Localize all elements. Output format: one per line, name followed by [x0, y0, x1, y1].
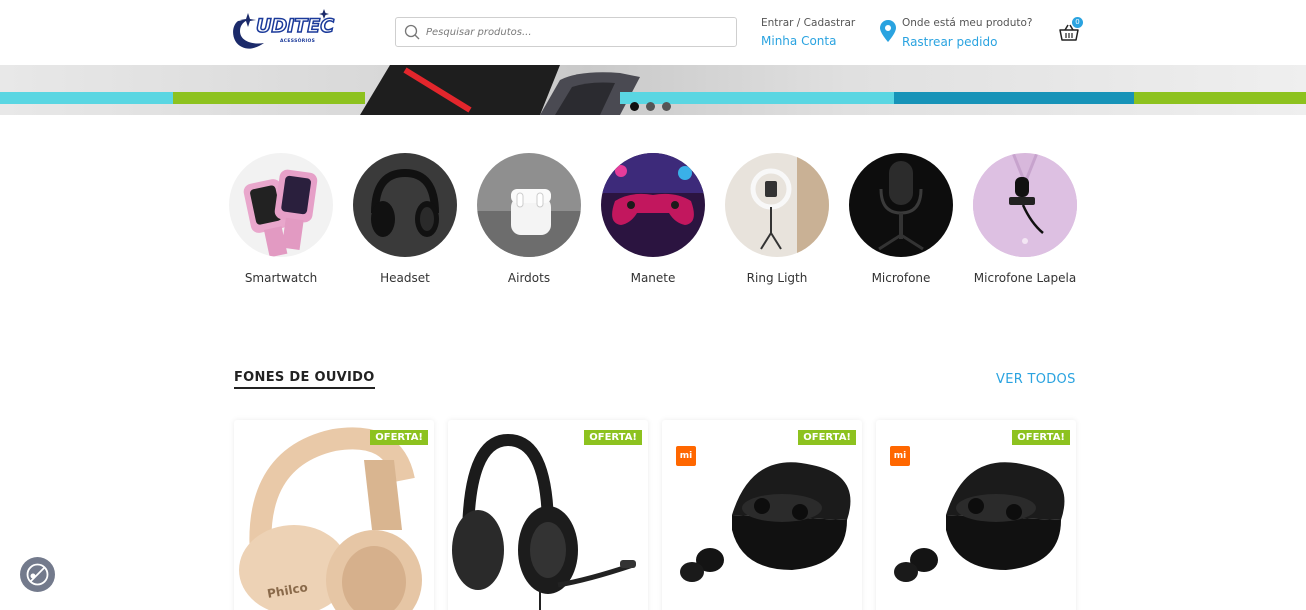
category-item[interactable]: Smartwatch [229, 153, 333, 285]
xiaomi-logo-icon: mi [676, 446, 696, 466]
category-item[interactable]: Airdots [477, 153, 581, 285]
category-item[interactable]: Ring Ligth [725, 153, 829, 285]
banner-stripe [1134, 92, 1306, 104]
carousel-dot[interactable] [630, 102, 639, 111]
offer-badge: OFERTA! [1012, 430, 1070, 445]
carousel-dots [630, 96, 678, 115]
ring-light-image[interactable] [725, 153, 829, 257]
hero-banner[interactable] [0, 65, 1306, 115]
banner-stripe [0, 92, 173, 104]
logo-subtitle: ACESSÓRIOS [280, 39, 316, 44]
location-pin-icon [880, 20, 896, 42]
category-label[interactable]: Microfone [829, 271, 973, 285]
page: UDITEC ACESSÓRIOS Entrar / Cadastrar Min… [0, 0, 1306, 610]
product-card[interactable]: Philco OFERTA! [234, 420, 434, 610]
category-item[interactable]: Manete [601, 153, 705, 285]
product-card[interactable]: mi OFERTA! [662, 420, 862, 610]
product-card[interactable]: mi OFERTA! [876, 420, 1076, 610]
category-label[interactable]: Smartwatch [209, 271, 353, 285]
category-label[interactable]: Ring Ligth [705, 271, 849, 285]
product-card[interactable]: OFERTA! [448, 420, 648, 610]
smartwatch-image[interactable] [229, 153, 333, 257]
search-box[interactable] [395, 17, 737, 47]
site-header: UDITEC ACESSÓRIOS Entrar / Cadastrar Min… [0, 0, 1306, 65]
category-label[interactable]: Airdots [457, 271, 601, 285]
airdots-image[interactable] [477, 153, 581, 257]
carousel-dot[interactable] [662, 102, 671, 111]
category-label[interactable]: Headset [333, 271, 477, 285]
category-label[interactable]: Microfone Lapela [953, 271, 1097, 285]
track-order-link[interactable]: Rastrear pedido [902, 35, 997, 49]
category-list: Smartwatch Headset Airdots Manete Ring L… [229, 153, 1089, 293]
search-input[interactable] [426, 22, 726, 42]
headset-image[interactable] [353, 153, 457, 257]
philco-headphone-image: Philco [239, 427, 422, 610]
offer-badge: OFERTA! [798, 430, 856, 445]
category-item[interactable]: Microfone Lapela [973, 153, 1077, 285]
accessibility-icon [26, 563, 49, 586]
category-item[interactable]: Headset [353, 153, 457, 285]
account-login-text[interactable]: Entrar / Cadastrar [761, 17, 855, 29]
site-logo[interactable]: UDITEC ACESSÓRIOS [228, 7, 336, 57]
category-label[interactable]: Manete [581, 271, 725, 285]
my-account-link[interactable]: Minha Conta [761, 34, 855, 48]
jbl-headset-image [452, 433, 636, 610]
gamepad-image[interactable] [601, 153, 705, 257]
account-block[interactable]: Entrar / Cadastrar Minha Conta [761, 17, 855, 48]
track-question-text: Onde está meu produto? [902, 17, 1033, 29]
offer-badge: OFERTA! [584, 430, 642, 445]
carousel-dot[interactable] [646, 102, 655, 111]
banner-stripe [173, 92, 365, 104]
see-all-link[interactable]: VER TODOS [996, 372, 1076, 387]
microphone-image[interactable] [849, 153, 953, 257]
category-item[interactable]: Microfone [849, 153, 953, 285]
banner-stripe [894, 92, 1134, 104]
accessibility-button[interactable] [20, 557, 55, 592]
cart-button[interactable]: 0 [1059, 17, 1085, 45]
cart-count-badge: 0 [1072, 17, 1083, 28]
offer-badge: OFERTA! [370, 430, 428, 445]
lapel-mic-image[interactable] [973, 153, 1077, 257]
search-icon [404, 24, 420, 40]
section-title: FONES DE OUVIDO [234, 370, 375, 389]
logo-wordmark: UDITEC [255, 14, 335, 38]
xiaomi-logo-icon: mi [890, 446, 910, 466]
